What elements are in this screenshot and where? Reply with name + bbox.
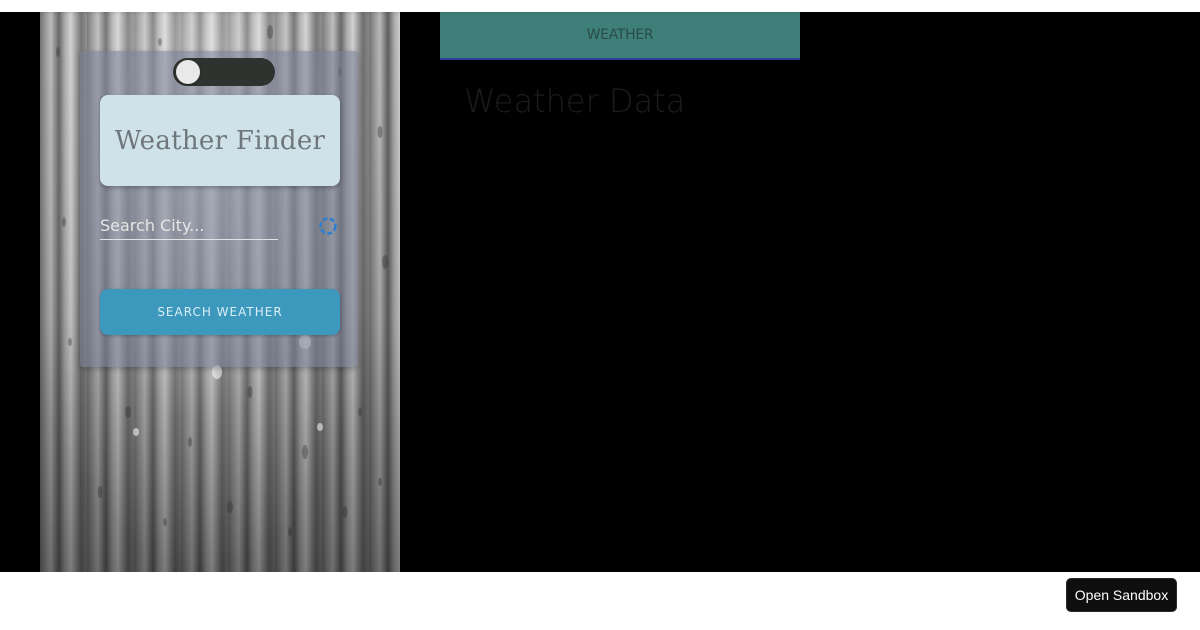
loading-spinner-icon	[319, 217, 337, 235]
search-city-input[interactable]	[100, 211, 278, 240]
tab-weather[interactable]: WEATHER	[440, 12, 800, 60]
weather-finder-card: Weather Finder SEARCH WEATHER	[80, 51, 358, 367]
app-title: Weather Finder	[114, 125, 326, 156]
top-strip	[0, 0, 1200, 12]
rain-background-panel: Weather Finder SEARCH WEATHER	[40, 12, 400, 572]
toggle-knob[interactable]	[176, 60, 200, 84]
app-stage: Weather Finder SEARCH WEATHER WEATHER We…	[0, 12, 1200, 572]
theme-toggle-switch[interactable]	[173, 58, 275, 86]
open-sandbox-button[interactable]: Open Sandbox	[1066, 578, 1177, 612]
tab-weather-label: WEATHER	[586, 27, 654, 43]
weather-data-heading: Weather Data	[464, 82, 686, 120]
search-weather-button[interactable]: SEARCH WEATHER	[100, 289, 340, 335]
title-box: Weather Finder	[100, 95, 340, 186]
